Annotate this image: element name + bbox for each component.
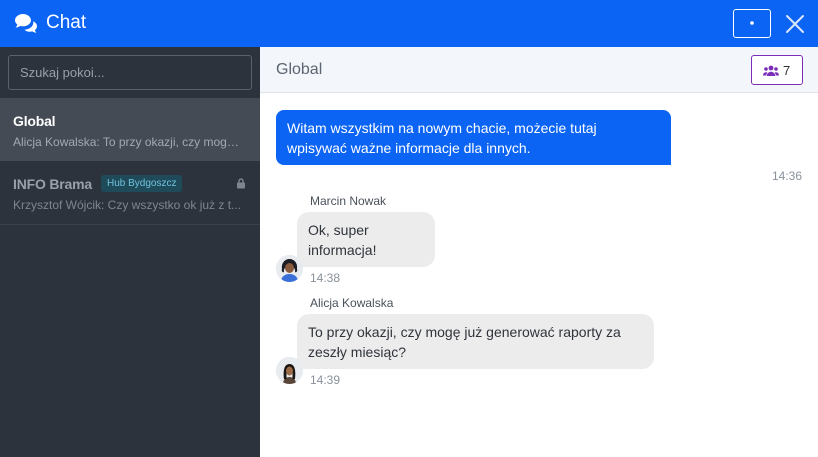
avatar-marcin	[276, 255, 303, 282]
room-badge: Hub Bydgoszcz	[101, 175, 183, 192]
chat-header: Chat	[0, 0, 818, 47]
settings-button[interactable]	[733, 9, 771, 38]
message-bubble: To przy okazji, czy mogę już generować r…	[297, 314, 654, 369]
message-time: 14:38	[310, 271, 341, 285]
room-preview: Alicja Kowalska: To przy okazji, czy mog…	[13, 135, 245, 149]
chat-bubbles-icon	[15, 14, 37, 33]
own-message-bubble: Witam wszystkim na nowym chacie, możecie…	[276, 110, 671, 165]
room-divider	[0, 224, 260, 225]
header-title: Chat	[46, 12, 87, 33]
chat-main: Global 7 Witam wszystkim na nowym chacie…	[260, 47, 818, 457]
message-bubble: Ok, super informacja!	[297, 212, 435, 267]
room-title: Global	[276, 61, 323, 78]
gear-icon	[746, 17, 758, 29]
room-name: INFO Brama	[13, 176, 92, 192]
room-item-info-brama[interactable]: INFO Brama Hub Bydgoszcz Krzysztof Wójci…	[0, 161, 260, 224]
sender-name: Alicja Kowalska	[310, 296, 394, 310]
room-preview: Krzysztof Wójcik: Czy wszystko ok już z …	[13, 198, 242, 212]
room-item-global[interactable]: Global Alicja Kowalska: To przy okazji, …	[0, 98, 260, 161]
lock-icon	[237, 178, 245, 189]
message-list: Witam wszystkim na nowym chacie, możecie…	[260, 94, 818, 457]
room-header: Global 7	[260, 47, 818, 93]
users-icon	[763, 65, 779, 76]
sender-name: Marcin Nowak	[310, 194, 387, 208]
members-count: 7	[783, 63, 791, 78]
avatar-alicja	[276, 357, 303, 384]
message-time: 14:39	[310, 373, 341, 387]
message-time: 14:36	[772, 169, 803, 183]
close-icon[interactable]	[784, 13, 806, 35]
members-button[interactable]: 7	[751, 55, 803, 85]
rooms-sidebar: Global Alicja Kowalska: To przy okazji, …	[0, 47, 260, 457]
search-area	[0, 47, 260, 98]
room-name: Global	[13, 113, 56, 129]
search-input[interactable]	[8, 55, 252, 90]
